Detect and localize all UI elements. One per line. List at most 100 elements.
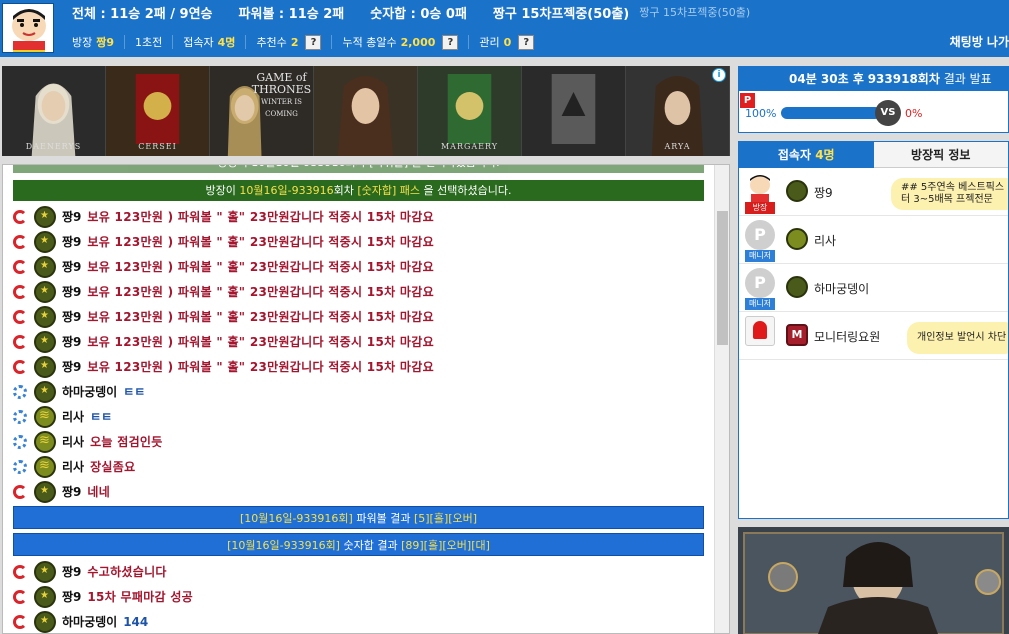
system-mid: 회차 [333, 184, 358, 197]
message-nickname[interactable]: 짱9 [62, 208, 81, 225]
jon-snow-art-icon [738, 527, 1009, 634]
message-text: 장실좀요 [90, 460, 136, 474]
user-role-badge: 매니저 [745, 250, 775, 262]
rank-star-icon [34, 610, 56, 633]
ad-info-icon[interactable]: i [712, 68, 726, 82]
user-row[interactable]: P 매니저 하마궁뎅이 [739, 264, 1008, 312]
rank-star-icon [34, 205, 56, 228]
ad-subtitle: WINTER IS COMING [261, 98, 302, 118]
message-text: 보유 123만원 ) 파워볼 " 홀" 23만원갑니다 적중시 15차 마감요 [87, 310, 434, 324]
chat-message: 하마궁뎅이 144 [13, 609, 148, 633]
vs-badge: VS [875, 100, 901, 126]
chat-message: 짱9 보유 123만원 ) 파워볼 " 홀" 23만원갑니다 적중시 15차 마감… [13, 279, 434, 304]
elapsed-label: 1초전 [135, 36, 163, 49]
ad-character-name: CERSEI [138, 142, 177, 151]
red-refresh-icon [13, 259, 27, 274]
message-nickname[interactable]: 짱9 [62, 333, 81, 350]
result-size: [대] [471, 539, 490, 552]
red-refresh-icon [13, 209, 27, 224]
countdown-time: 04분 30초 후 [789, 72, 864, 86]
message-nickname[interactable]: 짱9 [62, 588, 81, 605]
message-nickname[interactable]: 짱9 [62, 233, 81, 250]
host-avatar [2, 3, 54, 53]
user-name: 하마궁뎅이 [814, 282, 870, 296]
chat-scrollbar[interactable] [714, 165, 729, 633]
ad-banner[interactable]: DAENERYS CERSEI GAME of THRONES WINTER IS … [2, 66, 730, 156]
user-row[interactable]: P 매니저 리사 [739, 216, 1008, 264]
message-nickname[interactable]: 하마궁뎅이 [62, 383, 117, 400]
manage-info: 관리 0? [468, 34, 544, 50]
result-round: [10월16일-933916회] [239, 512, 353, 525]
host-name[interactable]: 짱9 [96, 34, 114, 50]
manage-label: 관리 [479, 36, 500, 49]
chat-message: 짱9 15차 무패마감 성공 [13, 584, 193, 609]
countdown-round: 933918회차 [867, 72, 940, 86]
user-row[interactable]: M 모니터링요원 개인정보 발언시 차단 [739, 312, 1008, 360]
recommend-help-button[interactable]: ? [305, 34, 322, 50]
info-row: 방장 짱9 1초전 접속자 4명 추천수 2? 누적 총알수 2,000? 관리 0? [72, 32, 544, 52]
manage-help-button[interactable]: ? [518, 34, 535, 50]
user-status-bubble: ## 5주연속 베스트픽스터 3~5배목 프젝전문 [891, 178, 1008, 210]
red-refresh-icon [13, 284, 27, 299]
gift-help-button[interactable]: ? [442, 34, 459, 50]
result-label: 파워볼 결과 [352, 512, 414, 525]
recommend-info: 추천수 2? [245, 34, 331, 50]
rank-chevron-icon [34, 405, 56, 428]
countdown-suffix: 결과 발표 [943, 72, 992, 86]
tab-host-picks[interactable]: 방장픽 정보 [873, 142, 1008, 168]
result-number: [89] [401, 539, 424, 552]
message-nickname[interactable]: 짱9 [62, 258, 81, 275]
chat-log[interactable]: 방장이 10월16일-933916회차 [파워볼] 을 선택하셨습니다. 방장이… [2, 164, 730, 634]
rank-chevron-icon [34, 455, 56, 478]
result-label: 숫자합 결과 [339, 539, 402, 552]
message-text: 보유 123만원 ) 파워볼 " 홀" 23만원갑니다 적중시 15차 마감요 [87, 335, 434, 349]
rank-star-icon [34, 355, 56, 378]
user-name: 리사 [814, 234, 837, 248]
result-odd-even: [홀] [429, 512, 449, 525]
system-choice: [숫자합] 패스 [357, 184, 421, 197]
room-title: 짱구 15차프젝중(50출) [492, 6, 630, 22]
gift-value: 2,000 [400, 35, 436, 49]
ad-panel-margaery-portrait [314, 66, 418, 156]
ad-panel-stark [522, 66, 626, 156]
countdown-header: 04분 30초 후 933918회차 결과 발표 [739, 67, 1008, 91]
message-nickname[interactable]: 리사 [62, 458, 84, 475]
side-ad[interactable] [738, 527, 1009, 634]
message-text: 오늘 점검인듯 [90, 435, 163, 449]
chat-message: 짱9 보유 123만원 ) 파워볼 " 홀" 23만원갑니다 적중시 15차 마감… [13, 204, 434, 229]
system-round: 10월16일-933916 [239, 184, 334, 197]
message-nickname[interactable]: 하마궁뎅이 [62, 613, 117, 630]
message-text: 네네 [87, 485, 111, 499]
message-text: ㅌㅌ [90, 410, 113, 424]
tab-users[interactable]: 접속자 4명 [739, 142, 874, 168]
user-role-badge: 매니저 [745, 298, 775, 310]
message-nickname[interactable]: 짱9 [62, 283, 81, 300]
user-row[interactable]: 방장 짱9 ## 5주연속 베스트픽스터 3~5배목 프젝전문 [739, 168, 1008, 216]
tab-users-label: 접속자 [777, 148, 812, 162]
message-nickname[interactable]: 리사 [62, 408, 84, 425]
result-number: [5] [413, 512, 430, 525]
message-nickname[interactable]: 짱9 [62, 483, 81, 500]
message-nickname[interactable]: 짱9 [62, 563, 81, 580]
result-over-under: [오버] [448, 512, 478, 525]
user-status-bubble: 개인정보 발언시 차단 [907, 322, 1008, 354]
system-message-faded: 방장이 10월16일-933916회차 [파워볼] 을 선택하셨습니다. [13, 165, 704, 173]
message-nickname[interactable]: 짱9 [62, 308, 81, 325]
manage-value: 0 [503, 35, 512, 49]
leave-chat-button[interactable]: 채팅방 나가 [950, 33, 1009, 50]
user-name: 모니터링요원 [814, 330, 881, 344]
total-record: 전체 : 11승 2패 / 9연승 [72, 6, 213, 22]
scrollbar-thumb[interactable] [717, 211, 728, 345]
chat-message: 짱9 보유 123만원 ) 파워볼 " 홀" 23만원갑니다 적중시 15차 마감… [13, 229, 434, 254]
red-refresh-icon [13, 484, 27, 499]
user-name: 짱9 [814, 186, 833, 200]
message-nickname[interactable]: 리사 [62, 433, 84, 450]
recommend-value: 2 [290, 35, 299, 49]
vote-bar [781, 107, 881, 119]
chat-message: 하마궁뎅이 ㅌㅌ [13, 379, 145, 404]
panel-tabs: 접속자 4명 방장픽 정보 [739, 142, 1008, 168]
message-nickname[interactable]: 짱9 [62, 358, 81, 375]
blue-refresh-icon [13, 434, 27, 449]
ad-character-name: ARYA [664, 142, 691, 151]
rank-chevron-icon [34, 430, 56, 453]
